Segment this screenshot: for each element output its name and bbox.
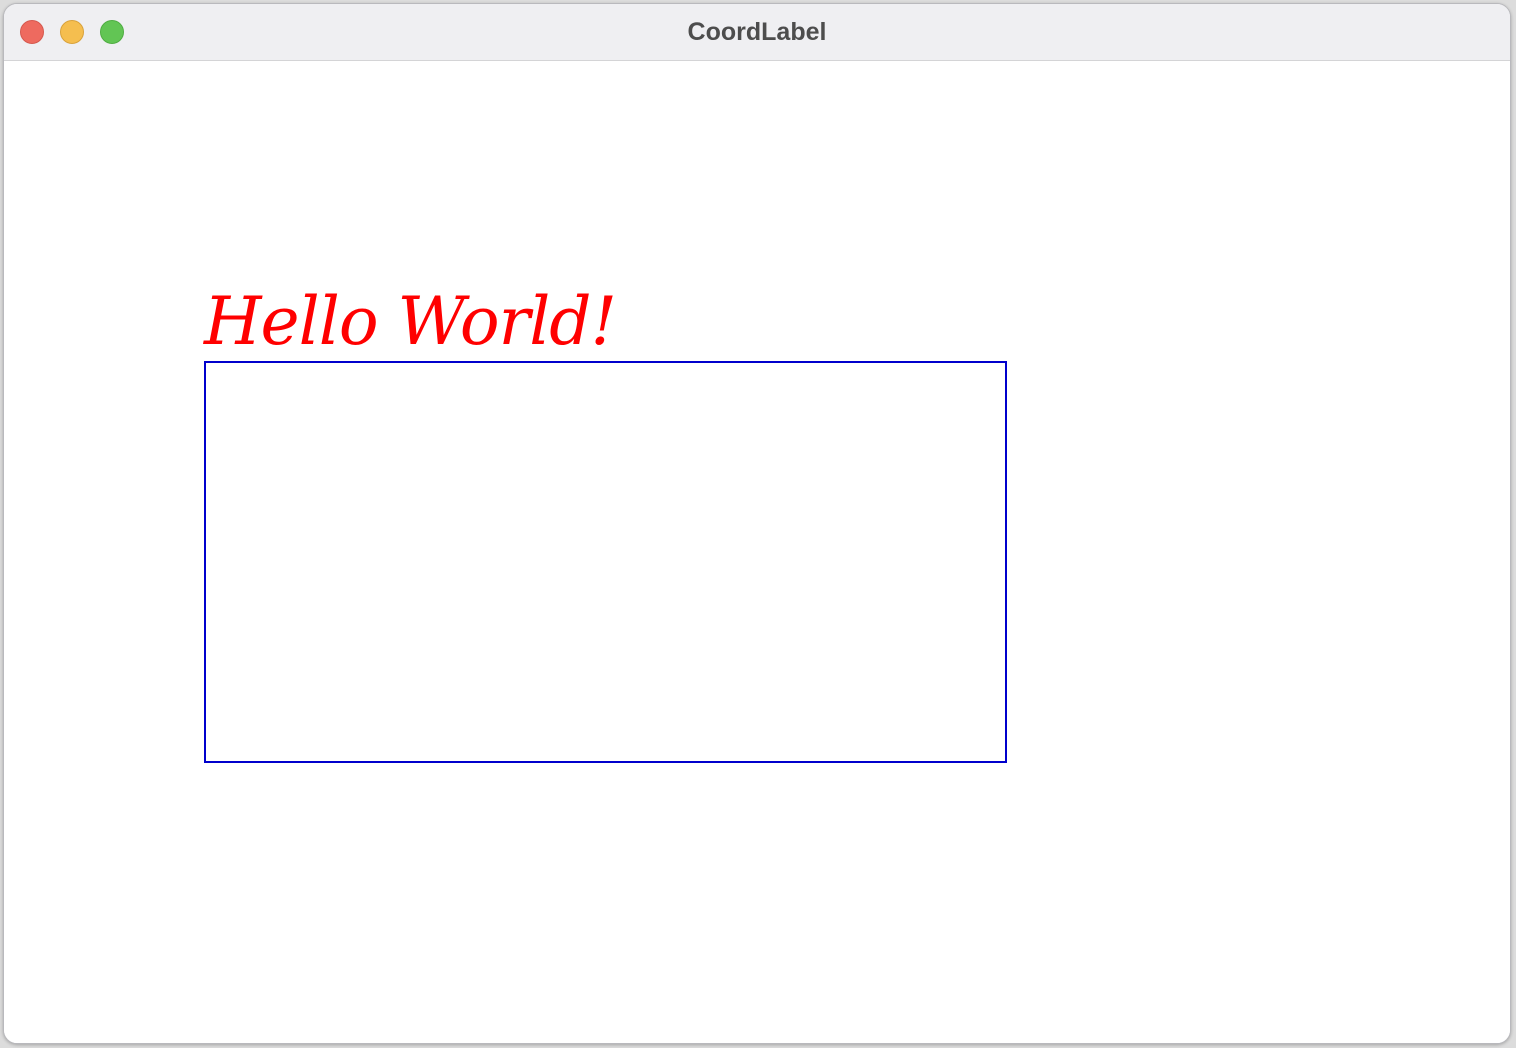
- app-window: CoordLabel Hello World!: [3, 3, 1511, 1044]
- bounding-rectangle: [204, 361, 1007, 763]
- title-bar[interactable]: CoordLabel: [4, 4, 1510, 61]
- canvas-area: Hello World!: [4, 61, 1510, 1043]
- window-title: CoordLabel: [687, 18, 827, 46]
- hello-label: Hello World!: [204, 283, 617, 360]
